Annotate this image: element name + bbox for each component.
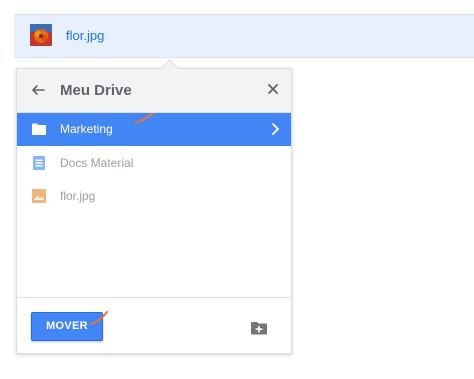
selected-file-name[interactable]: flor.jpg <box>66 28 104 43</box>
image-icon <box>32 189 46 203</box>
arrow-left-icon[interactable] <box>29 81 47 99</box>
chevron-right-icon[interactable] <box>270 122 282 136</box>
dialog-title: Meu Drive <box>60 82 132 99</box>
flower-photo-thumbnail <box>30 24 52 46</box>
dialog-header: Meu Drive <box>17 69 291 113</box>
move-dialog: Meu Drive Marketing Docs Material flor.j… <box>16 59 292 354</box>
list-item-label: flor.jpg <box>60 189 96 203</box>
move-button[interactable]: MOVER <box>31 312 103 341</box>
list-item-flor-jpg[interactable]: flor.jpg <box>17 180 291 213</box>
close-icon[interactable] <box>264 80 282 98</box>
folder-icon <box>32 122 46 136</box>
list-item-marketing[interactable]: Marketing <box>17 113 291 146</box>
footer-divider <box>17 297 291 298</box>
docs-icon <box>32 156 46 170</box>
list-item-label: Docs Material <box>60 156 134 170</box>
new-folder-icon[interactable] <box>251 321 267 335</box>
list-item-docs-material[interactable]: Docs Material <box>17 147 291 180</box>
list-item-label: Marketing <box>60 122 113 136</box>
selected-file-row[interactable]: flor.jpg <box>14 14 474 58</box>
